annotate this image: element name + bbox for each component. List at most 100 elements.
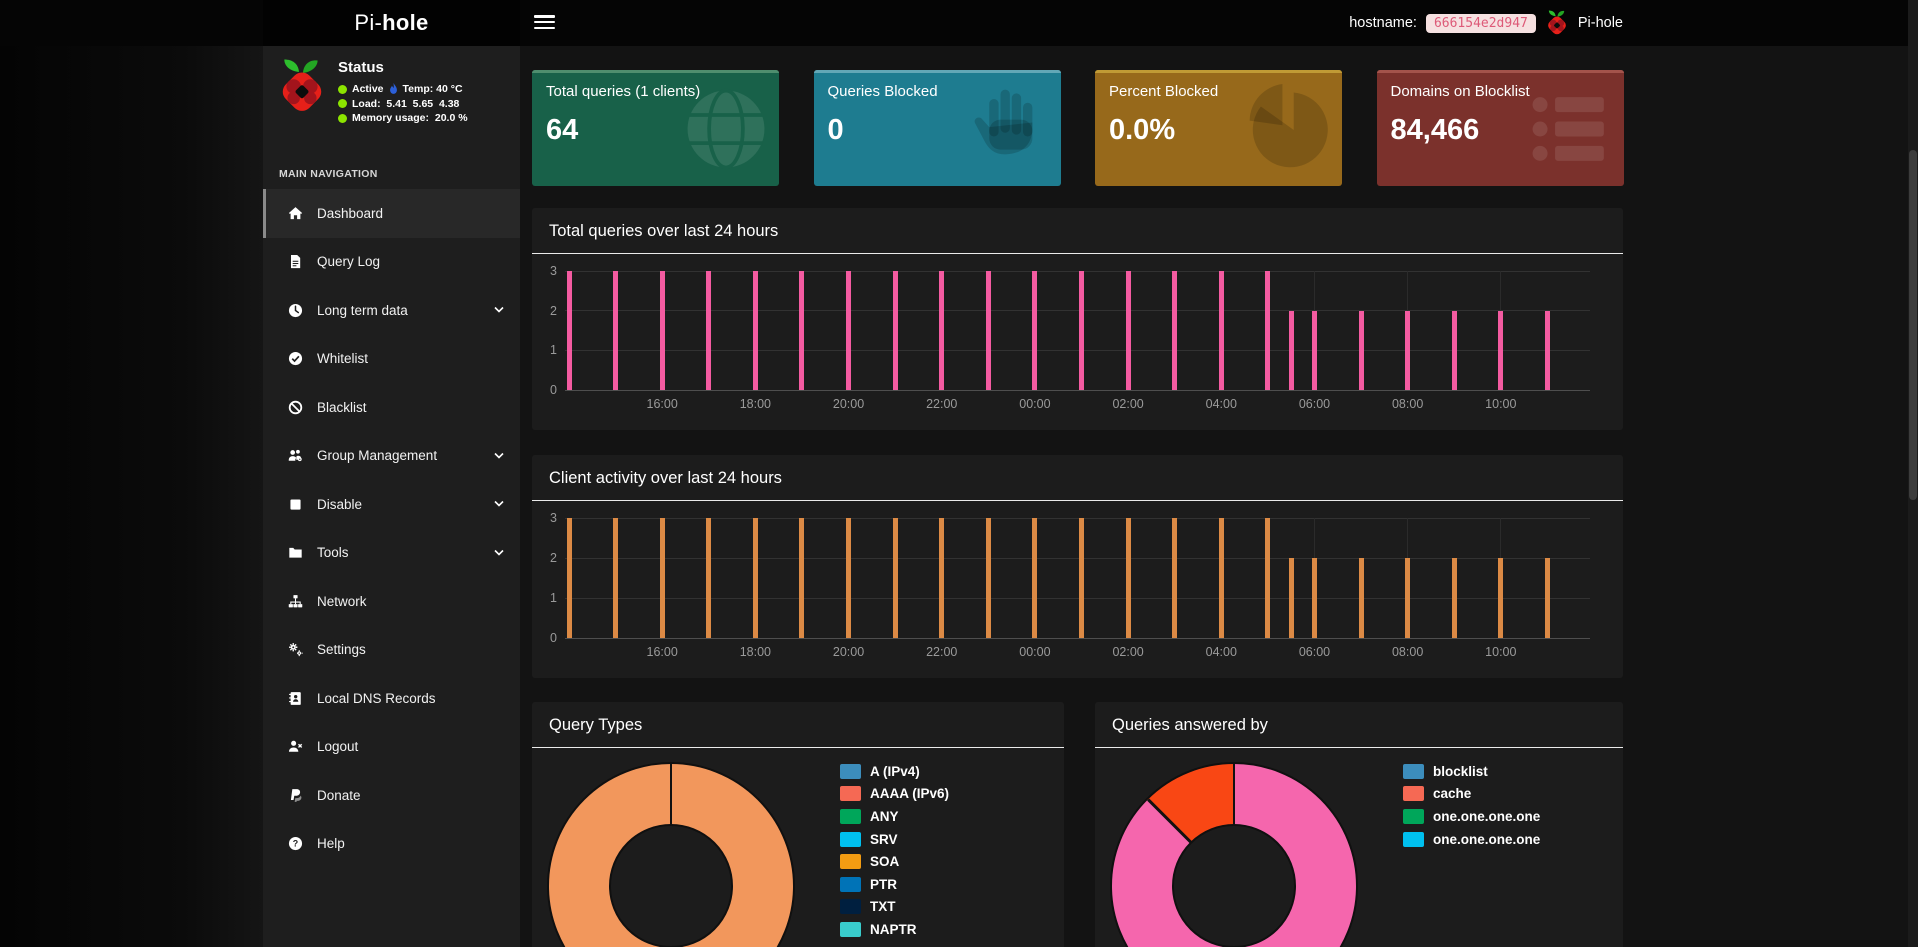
bar-05:00	[1265, 518, 1270, 638]
panel-title: Total queries over last 24 hours	[532, 208, 1623, 253]
sidebar-item-donate[interactable]: Donate	[263, 771, 520, 820]
legend-item-aaaa-ipv6[interactable]: AAAA (IPv6)	[840, 783, 949, 806]
panel-divider	[532, 500, 1623, 501]
scrollbar-thumb[interactable]	[1909, 150, 1917, 500]
user-times-icon	[286, 739, 304, 754]
legend-label: A (IPv4)	[870, 764, 920, 779]
bar-04:00	[1219, 518, 1224, 638]
brand-link[interactable]: Pi-hole	[263, 0, 520, 46]
x-axis-tick-label: 10:00	[1485, 397, 1516, 411]
file-icon	[286, 254, 304, 269]
bar-14:00	[567, 518, 572, 638]
sidebar-item-long-term-data[interactable]: Long term data	[263, 286, 520, 335]
sidebar-item-label: Query Log	[317, 254, 380, 269]
y-axis-tick-label: 0	[550, 631, 557, 645]
total-queries-chart-panel: Total queries over last 24 hours 012316:…	[532, 208, 1623, 430]
x-axis-tick-label: 22:00	[926, 397, 957, 411]
bar-17:00	[706, 271, 711, 390]
sidebar-item-label: Donate	[317, 788, 361, 803]
x-axis-tick-label: 18:00	[740, 645, 771, 659]
legend-item-blocklist[interactable]: blocklist	[1403, 760, 1540, 783]
chevron-down-icon	[494, 307, 504, 314]
top-header-bar: Pi-hole hostname: 666154e2d947 Pi-hole	[0, 0, 1918, 46]
legend-label: AAAA (IPv6)	[870, 786, 949, 801]
legend-item-soa[interactable]: SOA	[840, 850, 949, 873]
sidebar-item-help[interactable]: ?Help	[263, 820, 520, 869]
sidebar-item-network[interactable]: Network	[263, 577, 520, 626]
bar-10:00	[1498, 558, 1503, 638]
bar-20:00	[846, 518, 851, 638]
gridline	[565, 638, 1590, 639]
ban-icon	[286, 400, 304, 415]
gridline	[565, 518, 1590, 519]
sidebar-item-group-management[interactable]: Group Management	[263, 432, 520, 481]
bar-08:00	[1405, 311, 1410, 390]
query-types-donut-chart	[547, 762, 795, 947]
pihole-logo-icon	[1545, 10, 1569, 36]
sidebar-item-label: Settings	[317, 642, 366, 657]
legend-label: SRV	[870, 832, 898, 847]
sidebar-item-dashboard[interactable]: Dashboard	[263, 189, 520, 238]
sidebar-item-label: Local DNS Records	[317, 691, 436, 706]
bar-02:00	[1126, 518, 1131, 638]
sidebar-section-label: MAIN NAVIGATION	[263, 150, 520, 189]
gridline	[565, 271, 1590, 272]
chevron-down-icon	[494, 549, 504, 556]
legend-item-a-ipv4[interactable]: A (IPv4)	[840, 760, 949, 783]
card-body: Total queries (1 clients)64	[532, 73, 779, 157]
brand-prefix: Pi-	[354, 10, 382, 36]
bar-01:00	[1079, 518, 1084, 638]
x-axis-tick-label: 08:00	[1392, 397, 1423, 411]
status-row-active: Active Temp: 40 °C	[338, 83, 468, 95]
sidebar-item-settings[interactable]: Settings	[263, 626, 520, 675]
paypal-icon	[286, 788, 304, 803]
bar-22:00	[939, 518, 944, 638]
sidebar-item-label: Group Management	[317, 448, 437, 463]
card-title: Domains on Blocklist	[1391, 83, 1610, 100]
panel-title: Queries answered by	[1095, 702, 1623, 747]
donut-hole	[1172, 824, 1296, 947]
x-axis-tick-label: 18:00	[740, 397, 771, 411]
status-row-memory: Memory usage: 20.0 %	[338, 112, 468, 124]
legend-swatch	[840, 832, 861, 847]
sidebar-item-whitelist[interactable]: Whitelist	[263, 335, 520, 384]
legend-item-srv[interactable]: SRV	[840, 828, 949, 851]
panel-divider	[532, 747, 1064, 748]
x-axis-tick-label: 04:00	[1206, 397, 1237, 411]
legend-item-txt[interactable]: TXT	[840, 896, 949, 919]
summary-card-percent-blocked: Percent Blocked0.0%	[1095, 70, 1342, 186]
brand-bold: hole	[382, 10, 428, 36]
legend-item-any[interactable]: ANY	[840, 805, 949, 828]
sidebar-item-blacklist[interactable]: Blacklist	[263, 383, 520, 432]
sidebar-item-logout[interactable]: Logout	[263, 723, 520, 772]
sitemap-icon	[286, 594, 304, 609]
bar-06:00	[1312, 558, 1317, 638]
x-axis-tick-label: 04:00	[1206, 645, 1237, 659]
queries-answered-by-legend: blocklistcacheone.one.one.oneone.one.one…	[1403, 760, 1540, 850]
legend-item-one-one-one-one[interactable]: one.one.one.one	[1403, 828, 1540, 851]
gridline	[565, 598, 1590, 599]
legend-item-cache[interactable]: cache	[1403, 783, 1540, 806]
svg-text:?: ?	[292, 839, 297, 849]
bar-05:30	[1289, 311, 1294, 390]
bar-03:00	[1172, 518, 1177, 638]
legend-item-naptr[interactable]: NAPTR	[840, 918, 949, 941]
legend-item-one-one-one-one[interactable]: one.one.one.one	[1403, 805, 1540, 828]
sidebar-item-tools[interactable]: Tools	[263, 529, 520, 578]
y-axis-tick-label: 1	[550, 343, 557, 357]
card-body: Percent Blocked0.0%	[1095, 73, 1342, 157]
summary-card-queries-blocked: Queries Blocked0	[814, 70, 1061, 186]
bar-11:00	[1545, 558, 1550, 638]
temperature-flame-icon	[389, 83, 398, 95]
bar-16:00	[660, 518, 665, 638]
sidebar-item-query-log[interactable]: Query Log	[263, 238, 520, 287]
bar-05:30	[1289, 558, 1294, 638]
legend-label: ANY	[870, 809, 899, 824]
sidebar-item-local-dns-records[interactable]: Local DNS Records	[263, 674, 520, 723]
menu-toggle-icon[interactable]	[534, 15, 555, 31]
legend-swatch	[1403, 832, 1424, 847]
legend-item-ptr[interactable]: PTR	[840, 873, 949, 896]
status-memory-value: Memory usage: 20.0 %	[352, 112, 468, 124]
sidebar-item-disable[interactable]: Disable	[263, 480, 520, 529]
card-title: Queries Blocked	[828, 83, 1047, 100]
